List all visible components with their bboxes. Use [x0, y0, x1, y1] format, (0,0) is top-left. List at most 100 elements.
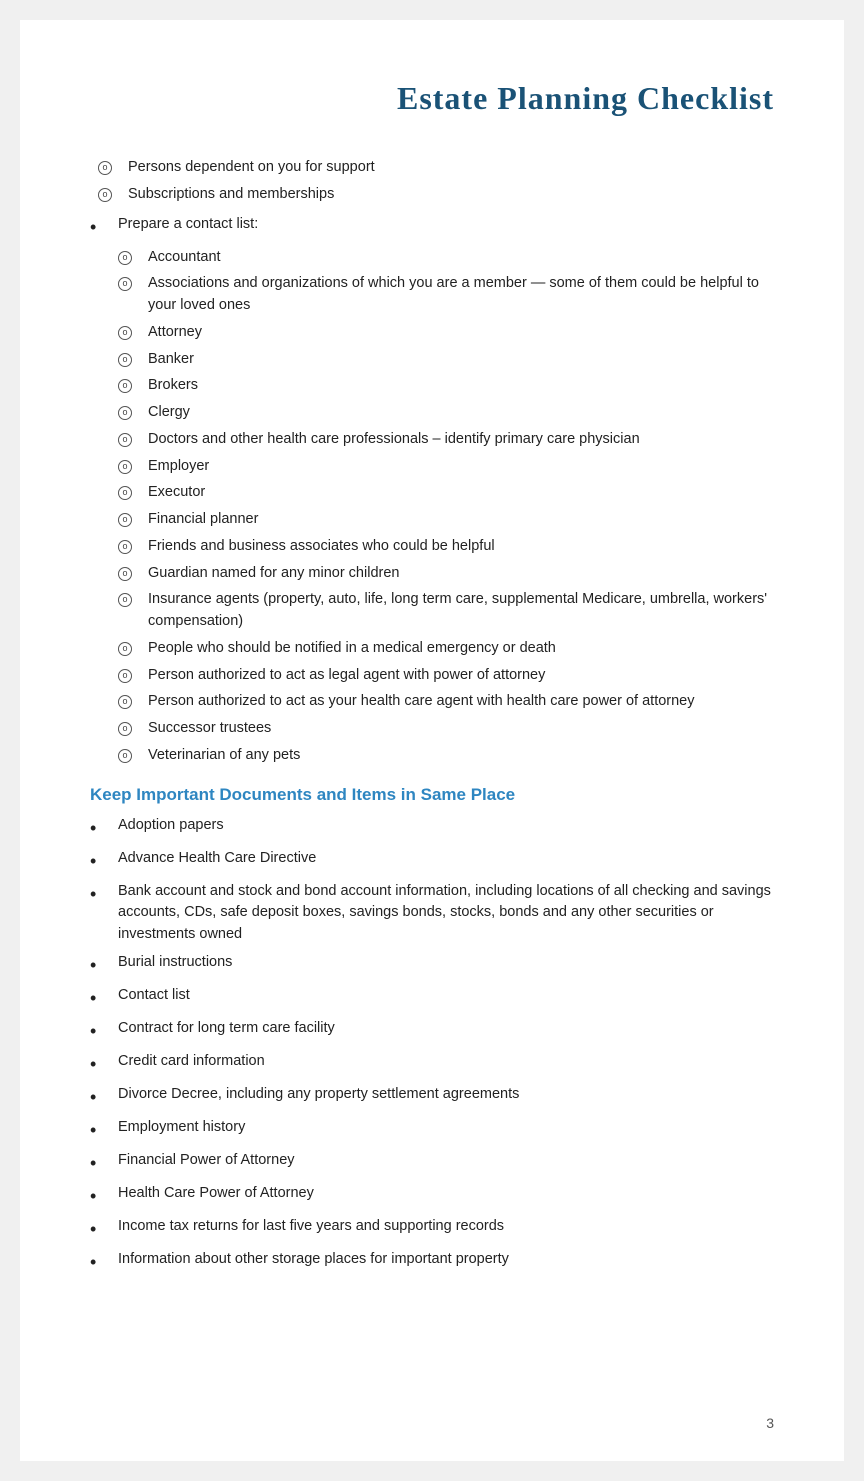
bullet-marker: • [90, 214, 118, 241]
prepare-list: • Prepare a contact list: [90, 214, 774, 241]
section-heading-keep: Keep Important Documents and Items in Sa… [90, 785, 774, 805]
circle-icon: o [118, 593, 132, 607]
list-item: o People who should be notified in a med… [110, 638, 774, 660]
circle-icon: o [118, 513, 132, 527]
circle-marker: o [110, 563, 148, 581]
top-circle-list: o Persons dependent on you for support o… [90, 157, 774, 206]
list-item: o Friends and business associates who co… [110, 536, 774, 558]
list-item: • Health Care Power of Attorney [90, 1183, 774, 1210]
list-item: • Income tax returns for last five years… [90, 1216, 774, 1243]
circle-icon: o [98, 161, 112, 175]
circle-marker: o [110, 247, 148, 265]
circle-marker: o [110, 273, 148, 291]
list-item: o Accountant [110, 247, 774, 269]
item-text: Associations and organizations of which … [148, 273, 774, 317]
item-text: Advance Health Care Directive [118, 848, 316, 870]
circle-marker: o [90, 157, 128, 175]
list-item: o Persons dependent on you for support [90, 157, 774, 179]
item-text: Insurance agents (property, auto, life, … [148, 589, 774, 633]
list-item: o Person authorized to act as legal agen… [110, 665, 774, 687]
item-text: Prepare a contact list: [118, 214, 258, 236]
bullet-dot-icon: • [90, 851, 96, 871]
bullet-dot-icon: • [90, 1153, 96, 1173]
circle-marker: o [110, 402, 148, 420]
circle-marker: o [110, 536, 148, 554]
item-text: Person authorized to act as your health … [148, 691, 695, 713]
list-item: • Credit card information [90, 1051, 774, 1078]
circle-marker: o [110, 718, 148, 736]
bullet-marker: • [90, 1249, 118, 1276]
bullet-dot-icon: • [90, 1219, 96, 1239]
item-text: Financial Power of Attorney [118, 1150, 295, 1172]
bullet-dot-icon: • [90, 1021, 96, 1041]
list-item: o Guardian named for any minor children [110, 563, 774, 585]
circle-marker: o [110, 375, 148, 393]
circle-marker: o [110, 322, 148, 340]
circle-icon: o [118, 486, 132, 500]
bullet-marker: • [90, 1216, 118, 1243]
circle-marker: o [110, 745, 148, 763]
circle-icon: o [118, 251, 132, 265]
item-text: Employer [148, 456, 209, 478]
item-text: Accountant [148, 247, 221, 269]
item-text: Successor trustees [148, 718, 271, 740]
circle-icon: o [118, 695, 132, 709]
item-text: Contact list [118, 985, 190, 1007]
bullet-marker: • [90, 1051, 118, 1078]
circle-marker: o [110, 482, 148, 500]
circle-icon: o [118, 669, 132, 683]
item-text: Brokers [148, 375, 198, 397]
item-text: Person authorized to act as legal agent … [148, 665, 545, 687]
bullet-dot-icon: • [90, 818, 96, 838]
item-text: Contract for long term care facility [118, 1018, 335, 1040]
circle-marker: o [90, 184, 128, 202]
item-text: Friends and business associates who coul… [148, 536, 495, 558]
bullet-dot-icon: • [90, 1186, 96, 1206]
item-text: Bank account and stock and bond account … [118, 881, 774, 946]
circle-marker: o [110, 456, 148, 474]
item-text: Attorney [148, 322, 202, 344]
list-item: o Successor trustees [110, 718, 774, 740]
list-item: • Contact list [90, 985, 774, 1012]
circle-marker: o [110, 691, 148, 709]
bullet-dot-icon: • [90, 1087, 96, 1107]
list-item: o Financial planner [110, 509, 774, 531]
list-item: • Bank account and stock and bond accoun… [90, 881, 774, 946]
list-item: o Insurance agents (property, auto, life… [110, 589, 774, 633]
list-item: • Information about other storage places… [90, 1249, 774, 1276]
item-text: Guardian named for any minor children [148, 563, 399, 585]
bullet-marker: • [90, 1117, 118, 1144]
keep-documents-list: • Adoption papers • Advance Health Care … [90, 815, 774, 1276]
circle-marker: o [110, 638, 148, 656]
bullet-marker: • [90, 881, 118, 908]
page: Estate Planning Checklist o Persons depe… [20, 20, 844, 1461]
list-item: o Employer [110, 456, 774, 478]
list-item: o Subscriptions and memberships [90, 184, 774, 206]
list-item: • Advance Health Care Directive [90, 848, 774, 875]
bullet-marker: • [90, 1084, 118, 1111]
circle-icon: o [118, 642, 132, 656]
bullet-dot-icon: • [90, 884, 96, 904]
list-item: o Clergy [110, 402, 774, 424]
item-text: Banker [148, 349, 194, 371]
circle-marker: o [110, 429, 148, 447]
circle-icon: o [118, 379, 132, 393]
item-text: Credit card information [118, 1051, 265, 1073]
bullet-dot-icon: • [90, 988, 96, 1008]
contact-circle-list: o Accountant o Associations and organiza… [90, 247, 774, 767]
bullet-dot-icon: • [90, 1252, 96, 1272]
circle-icon: o [118, 567, 132, 581]
item-text: Information about other storage places f… [118, 1249, 509, 1271]
circle-icon: o [118, 460, 132, 474]
page-title: Estate Planning Checklist [90, 80, 774, 117]
list-item: o Banker [110, 349, 774, 371]
item-text: Doctors and other health care profession… [148, 429, 640, 451]
circle-icon: o [118, 433, 132, 447]
list-item: • Divorce Decree, including any property… [90, 1084, 774, 1111]
bullet-marker: • [90, 952, 118, 979]
item-text: Clergy [148, 402, 190, 424]
bullet-marker: • [90, 1018, 118, 1045]
item-text: Burial instructions [118, 952, 232, 974]
circle-icon: o [118, 277, 132, 291]
item-text: Executor [148, 482, 205, 504]
